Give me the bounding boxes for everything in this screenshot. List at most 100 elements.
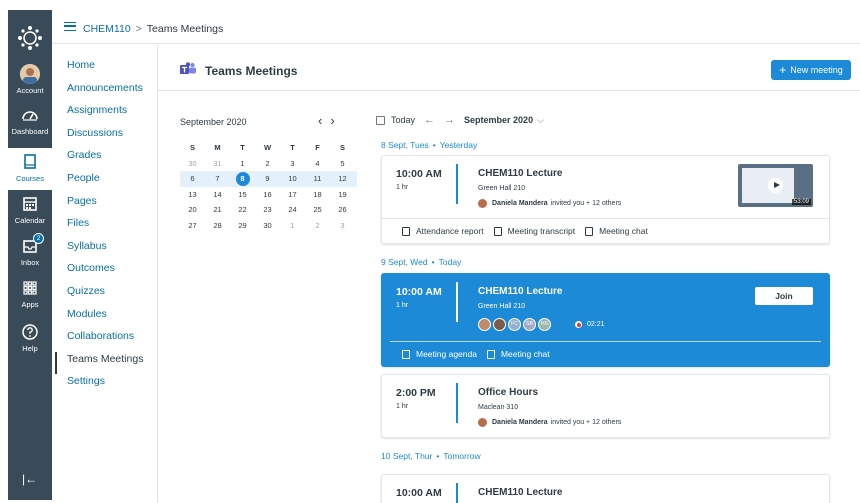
calendar-day[interactable]: 26: [330, 205, 355, 214]
calendar-day[interactable]: 28: [205, 221, 230, 230]
calendar-day[interactable]: 4: [305, 159, 330, 168]
calendar-today-icon[interactable]: [376, 115, 385, 125]
calendar-day[interactable]: 21: [205, 205, 230, 214]
calendar-day[interactable]: 25: [305, 205, 330, 214]
weekday-label: S: [189, 143, 195, 153]
calendar-day[interactable]: 1: [280, 221, 305, 230]
calendar-day[interactable]: 1: [230, 159, 255, 168]
time-divider: [456, 383, 458, 423]
nav-courses[interactable]: Courses: [8, 148, 52, 190]
calendar-day[interactable]: 12: [330, 174, 355, 183]
nav-dashboard[interactable]: Dashboard: [8, 105, 52, 136]
attendance-report-link[interactable]: Attendance report: [402, 226, 484, 236]
course-nav-discussions[interactable]: Discussions: [55, 126, 157, 149]
live-recording: 02:21: [575, 321, 605, 328]
help-icon: [22, 324, 38, 340]
breadcrumb-course-link[interactable]: CHEM110: [83, 23, 131, 35]
calendar-day[interactable]: 11: [305, 174, 330, 183]
calendar-day[interactable]: 23: [255, 205, 280, 214]
join-button[interactable]: Join: [755, 287, 813, 305]
calendar-day-selected[interactable]: 8: [230, 171, 255, 186]
meeting-transcript-link[interactable]: Meeting transcript: [493, 226, 576, 236]
collapse-nav-icon[interactable]: |←: [22, 472, 37, 486]
hamburger-menu-icon[interactable]: [64, 22, 76, 31]
nav-account[interactable]: Account: [8, 64, 52, 95]
calendar-day[interactable]: 7: [205, 174, 230, 183]
course-nav-outcomes[interactable]: Outcomes: [55, 261, 157, 284]
meeting-location: Green Hall 210: [478, 185, 526, 192]
course-nav-teams-meetings[interactable]: Teams Meetings: [55, 351, 157, 375]
course-nav-collaborations[interactable]: Collaborations: [55, 329, 157, 352]
calendar-day[interactable]: 22: [230, 205, 255, 214]
new-meeting-button[interactable]: + New meeting: [771, 60, 851, 80]
prev-month-icon[interactable]: ‹: [318, 113, 322, 128]
document-icon: [493, 226, 502, 236]
calendar-day[interactable]: 24: [280, 205, 305, 214]
next-week-icon[interactable]: →: [444, 114, 455, 126]
meeting-card[interactable]: 10:00 AM 1 hr CHEM110 Lecture Green Hall…: [381, 155, 830, 244]
nav-apps[interactable]: Apps: [8, 278, 52, 309]
today-button[interactable]: Today: [391, 115, 415, 125]
calendar-day[interactable]: 30: [180, 159, 205, 168]
calendar-day[interactable]: 3: [280, 159, 305, 168]
calendar-day[interactable]: 29: [230, 221, 255, 230]
course-nav-pages[interactable]: Pages: [55, 194, 157, 217]
avatar: [478, 199, 487, 208]
weekday-label: F: [315, 143, 320, 153]
calendar-day[interactable]: 19: [330, 190, 355, 199]
agenda-month-label[interactable]: September 2020: [464, 115, 533, 125]
calendar-day[interactable]: 10: [280, 174, 305, 183]
nav-calendar[interactable]: Calendar: [8, 194, 52, 225]
nav-help[interactable]: Help: [8, 322, 52, 353]
course-nav-settings[interactable]: Settings: [55, 374, 157, 397]
course-nav-files[interactable]: Files: [55, 216, 157, 239]
canvas-logo-icon[interactable]: [16, 24, 44, 52]
course-nav-home[interactable]: Home: [55, 58, 157, 81]
teams-logo-icon: [180, 62, 196, 74]
calendar-day[interactable]: 13: [180, 190, 205, 199]
course-nav-grades[interactable]: Grades: [55, 148, 157, 171]
meeting-card[interactable]: 2:00 PM 1 hr Office Hours Maclean 310 Da…: [381, 374, 830, 438]
calendar-day[interactable]: 18: [305, 190, 330, 199]
meeting-actions: Attendance report Meeting transcript Mee…: [382, 218, 829, 243]
calendar-day[interactable]: 17: [280, 190, 305, 199]
course-nav-syllabus[interactable]: Syllabus: [55, 239, 157, 262]
calendar-day[interactable]: 6: [180, 174, 205, 183]
calendar-day[interactable]: 16: [255, 190, 280, 199]
nav-courses-label: Courses: [16, 174, 44, 183]
prev-week-icon[interactable]: ←: [424, 114, 435, 126]
calendar-day[interactable]: 30: [255, 221, 280, 230]
nav-inbox[interactable]: 2 Inbox: [8, 233, 52, 267]
meeting-card[interactable]: 10:00 AM CHEM110 Lecture: [381, 474, 830, 503]
meeting-chat-link[interactable]: Meeting chat: [486, 349, 550, 359]
calendar-day[interactable]: 20: [180, 205, 205, 214]
chevron-down-icon[interactable]: ⌵: [537, 115, 544, 126]
course-nav-announcements[interactable]: Announcements: [55, 81, 157, 104]
calendar-day[interactable]: 31: [205, 159, 230, 168]
action-label: Meeting transcript: [507, 226, 576, 236]
calendar-day[interactable]: 9: [255, 174, 280, 183]
course-nav-people[interactable]: People: [55, 171, 157, 194]
teams-header: Teams Meetings + New meeting: [158, 45, 860, 91]
calendar-day[interactable]: 3: [330, 221, 355, 230]
time-divider: [456, 483, 458, 503]
day-date: 10 Sept, Thur: [381, 451, 433, 461]
calendar-day[interactable]: 5: [330, 159, 355, 168]
play-icon[interactable]: [768, 178, 783, 193]
mini-calendar: S M T W T F S 30 31 1 2 3 4 5 6 7 8 9 10…: [180, 140, 357, 233]
calendar-day[interactable]: 15: [230, 190, 255, 199]
calendar-day[interactable]: 2: [305, 221, 330, 230]
next-month-icon[interactable]: ›: [330, 113, 334, 128]
calendar-day[interactable]: 27: [180, 221, 205, 230]
course-nav-assignments[interactable]: Assignments: [55, 103, 157, 126]
time-divider: [456, 282, 458, 322]
separator-dot: •: [436, 451, 440, 461]
recording-thumbnail[interactable]: 53:09: [738, 164, 813, 207]
meeting-agenda-link[interactable]: Meeting agenda: [402, 349, 477, 359]
meeting-card-live[interactable]: 10:00 AM 1 hr CHEM110 Lecture Green Hall…: [381, 273, 830, 367]
course-nav-modules[interactable]: Modules: [55, 307, 157, 330]
course-nav-quizzes[interactable]: Quizzes: [55, 284, 157, 307]
calendar-day[interactable]: 2: [255, 159, 280, 168]
calendar-day[interactable]: 14: [205, 190, 230, 199]
meeting-chat-link[interactable]: Meeting chat: [585, 226, 648, 236]
